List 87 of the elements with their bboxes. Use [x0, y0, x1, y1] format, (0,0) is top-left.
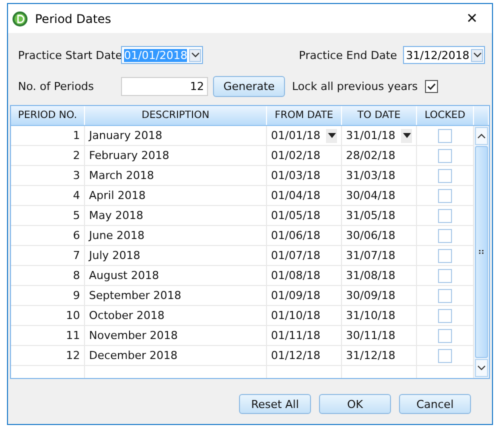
locked-checkbox[interactable]	[438, 188, 452, 202]
table-cell[interactable]: January 2018	[85, 126, 267, 146]
window-title: Period Dates	[35, 12, 112, 26]
table-cell[interactable]: 31/05/18	[346, 209, 396, 222]
table-cell[interactable]: 01/07/18	[271, 249, 320, 262]
column-header[interactable]: TO DATE	[342, 106, 417, 125]
table-cell[interactable]: 30/04/18	[346, 189, 396, 202]
dialog-button[interactable]: Reset All	[239, 394, 311, 414]
locked-checkbox[interactable]	[438, 308, 452, 322]
column-header[interactable]: LOCKED	[417, 106, 474, 125]
table-cell[interactable]: November 2018	[85, 326, 267, 346]
table-cell[interactable]: 31/03/18	[346, 169, 396, 182]
field-label: Practice Start Date	[18, 48, 121, 62]
table-cell[interactable]: 31/10/18	[346, 309, 396, 322]
field-label: No. of Periods	[18, 80, 95, 92]
table-cell[interactable]: 30/06/18	[346, 229, 396, 242]
locked-checkbox[interactable]	[438, 348, 452, 362]
dropdown-icon[interactable]	[189, 48, 201, 62]
checkbox-label: Lock all previous years	[292, 80, 418, 92]
table-cell: 10	[11, 306, 85, 326]
app-logo-icon	[12, 10, 28, 26]
table-cell[interactable]: 01/05/18	[271, 209, 320, 222]
table-cell: 6	[11, 226, 85, 246]
scrollbar[interactable]	[474, 126, 489, 378]
locked-checkbox[interactable]	[438, 268, 452, 282]
table-cell[interactable]: 01/02/18	[271, 149, 320, 162]
table-cell[interactable]: 01/06/18	[271, 229, 320, 242]
table-cell: 12	[11, 346, 85, 366]
locked-checkbox[interactable]	[438, 168, 452, 182]
table-cell[interactable]: May 2018	[85, 206, 267, 226]
table-cell[interactable]: February 2018	[85, 146, 267, 166]
table-cell: 9	[11, 286, 85, 306]
table-cell[interactable]: 31/01/18	[346, 129, 396, 142]
table-cell[interactable]: 31/08/18	[346, 269, 396, 282]
table-cell: 3	[11, 166, 85, 186]
table-cell[interactable]: June 2018	[85, 226, 267, 246]
dropdown-icon[interactable]	[401, 128, 412, 142]
table-cell: 4	[11, 186, 85, 206]
table-cell[interactable]: October 2018	[85, 306, 267, 326]
dropdown-icon[interactable]	[471, 48, 483, 62]
table-cell[interactable]: July 2018	[85, 246, 267, 266]
table-cell[interactable]: December 2018	[85, 346, 267, 366]
column-header[interactable]: FROM DATE	[267, 106, 342, 125]
locked-checkbox[interactable]	[438, 148, 452, 162]
table-cell[interactable]: 01/10/18	[271, 309, 320, 322]
scroll-thumb[interactable]	[475, 146, 488, 358]
locked-checkbox[interactable]	[438, 228, 452, 242]
field-label: Practice End Date	[298, 48, 397, 62]
scroll-up-icon[interactable]	[475, 127, 488, 145]
column-header[interactable]: PERIOD NO.	[11, 106, 85, 125]
date-field[interactable]: 31/12/2018	[403, 46, 485, 64]
scroll-down-icon[interactable]	[475, 359, 488, 377]
table-cell: 8	[11, 266, 85, 286]
table-cell[interactable]: September 2018	[85, 286, 267, 306]
column-header[interactable]: DESCRIPTION	[85, 106, 267, 125]
dropdown-icon[interactable]	[326, 128, 337, 142]
generate-button[interactable]: Generate	[213, 76, 285, 96]
dialog-button[interactable]: Cancel	[399, 394, 471, 414]
dialog-button[interactable]: OK	[319, 394, 391, 414]
table-cell[interactable]: 01/11/18	[271, 329, 320, 342]
locked-checkbox[interactable]	[438, 208, 452, 222]
lock-checkbox[interactable]	[424, 80, 438, 92]
locked-checkbox[interactable]	[438, 128, 452, 142]
table-cell: 2	[11, 146, 85, 166]
close-button[interactable]: ✕	[452, 4, 492, 33]
table-cell[interactable]: 31/07/18	[346, 249, 396, 262]
table-cell[interactable]: March 2018	[85, 166, 267, 186]
table-cell: 11	[11, 326, 85, 346]
periods-field[interactable]: 12	[121, 76, 208, 96]
table-cell[interactable]: 01/01/18	[271, 129, 320, 142]
table-cell[interactable]: 31/12/18	[346, 349, 396, 362]
table-cell[interactable]: August 2018	[85, 266, 267, 286]
table-cell[interactable]: 28/02/18	[346, 149, 396, 162]
table-cell[interactable]: 01/04/18	[271, 189, 320, 202]
table-cell[interactable]: 01/08/18	[271, 269, 320, 282]
table-cell[interactable]: 30/11/18	[346, 329, 396, 342]
table-cell: 7	[11, 246, 85, 266]
locked-checkbox[interactable]	[438, 328, 452, 342]
table-cell[interactable]: April 2018	[85, 186, 267, 206]
table-cell[interactable]: 01/03/18	[271, 169, 320, 182]
table-cell: 5	[11, 206, 85, 226]
locked-checkbox[interactable]	[438, 248, 452, 262]
table-cell[interactable]: 01/09/18	[271, 289, 320, 302]
table-cell: 1	[11, 126, 85, 146]
table-cell[interactable]: 30/09/18	[346, 289, 396, 302]
table-cell[interactable]: 01/12/18	[271, 349, 320, 362]
locked-checkbox[interactable]	[438, 288, 452, 302]
